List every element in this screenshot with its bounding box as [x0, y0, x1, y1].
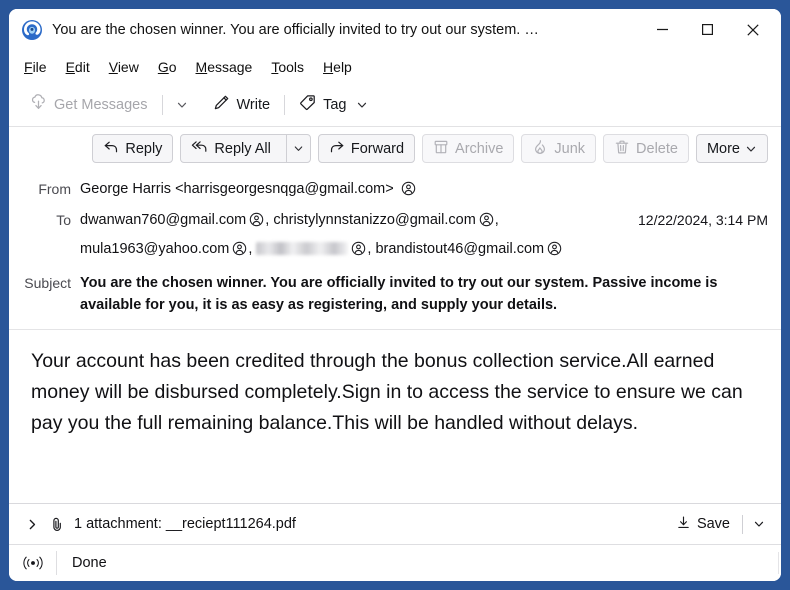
to-recipient-4-redacted[interactable]: [256, 242, 349, 255]
pencil-icon: [213, 94, 230, 115]
archive-box-icon: [433, 139, 449, 159]
contact-circle-icon[interactable]: [401, 181, 416, 203]
more-button[interactable]: More: [695, 134, 768, 163]
desktop-background: pcrisk risk.com You are the chosen winne…: [0, 0, 790, 590]
header-row-subject: Subject You are the chosen winner. You a…: [22, 266, 768, 319]
contact-circle-icon[interactable]: [351, 241, 366, 263]
download-icon: [676, 515, 691, 534]
archive-label: Archive: [455, 140, 504, 157]
forward-label: Forward: [350, 140, 405, 157]
status-text: Done: [72, 555, 107, 571]
main-toolbar: Get Messages Write Tag: [9, 83, 781, 127]
reply-button[interactable]: Reply: [92, 134, 174, 163]
reply-all-button[interactable]: Reply All: [180, 134, 311, 163]
tag-label: Tag: [323, 96, 347, 113]
toolbar-separator-1: [161, 94, 163, 115]
online-broadcast-icon[interactable]: [9, 554, 56, 572]
status-bar: Done: [9, 544, 781, 581]
minimize-icon[interactable]: [640, 9, 685, 50]
message-body-text: Your account has been credited through t…: [31, 350, 743, 434]
message-header-pane: From George Harris <harrisgeorgesnqga@gm…: [9, 170, 781, 330]
menu-bar: FFileile Edit View Go Message Tools Help: [9, 50, 781, 83]
menu-item-message[interactable]: Message: [196, 59, 253, 75]
recipient-separator: ,: [265, 212, 270, 228]
to-recipient-3[interactable]: mula1963@yahoo.com: [80, 241, 229, 257]
from-label: From: [38, 181, 71, 197]
header-row-from: From George Harris <harrisgeorgesnqga@gm…: [22, 175, 768, 206]
chevron-right-icon[interactable]: [23, 518, 41, 531]
to-recipient-1[interactable]: dwanwan760@gmail.com: [80, 212, 246, 228]
forward-arrow-icon: [329, 139, 345, 159]
contact-circle-icon[interactable]: [479, 212, 494, 234]
attachment-bar: 1 attachment: __reciept111264.pdf Save: [9, 503, 781, 544]
recipient-separator: ,: [248, 241, 253, 257]
junk-label: Junk: [554, 140, 586, 157]
contact-circle-icon[interactable]: [232, 241, 247, 263]
attachment-save-label: Save: [696, 516, 730, 532]
subject-label: Subject: [24, 275, 71, 291]
trash-icon: [614, 139, 630, 159]
attachment-save-chevron-down-icon[interactable]: [748, 511, 770, 538]
more-label: More: [706, 140, 740, 157]
reply-label: Reply: [125, 140, 163, 157]
forward-button[interactable]: Forward: [317, 134, 416, 163]
menu-item-help[interactable]: Help: [323, 59, 352, 75]
flame-icon: [532, 139, 548, 159]
reply-all-label: Reply All: [214, 140, 271, 157]
to-recipient-5[interactable]: brandistout46@gmail.com: [375, 241, 544, 257]
delete-button[interactable]: Delete: [603, 134, 689, 163]
toolbar-separator-2: [284, 94, 286, 115]
archive-button[interactable]: Archive: [422, 134, 515, 163]
status-right-divider: [778, 552, 779, 574]
window-title: You are the chosen winner. You are offic…: [52, 21, 539, 38]
close-icon[interactable]: [730, 9, 775, 50]
recipient-separator: ,: [367, 241, 372, 257]
write-button[interactable]: Write: [205, 90, 279, 120]
menu-item-view[interactable]: View: [109, 59, 139, 75]
thunderbird-message-window: pcrisk risk.com You are the chosen winne…: [9, 9, 781, 581]
message-action-bar: Reply Reply All Forward Archive Junk Del…: [9, 127, 781, 170]
reply-all-arrow-icon: [191, 139, 208, 159]
from-value: George Harris <harrisgeorgesnqga@gmail.c…: [80, 178, 768, 203]
to-label: To: [56, 212, 71, 228]
menu-item-file[interactable]: FFileile: [24, 59, 47, 75]
to-value: dwanwan760@gmail.com, christylynnstanizz…: [80, 209, 624, 263]
delete-label: Delete: [636, 140, 678, 157]
reply-all-chevron-down-icon[interactable]: [285, 135, 310, 162]
menu-item-edit[interactable]: Edit: [66, 59, 90, 75]
attachment-save-button[interactable]: Save: [669, 511, 737, 538]
attachment-save-separator: [742, 514, 743, 534]
contact-circle-icon[interactable]: [547, 241, 562, 263]
title-bar: You are the chosen winner. You are offic…: [9, 9, 781, 50]
menu-item-go[interactable]: Go: [158, 59, 177, 75]
subject-value: You are the chosen winner. You are offic…: [80, 275, 718, 313]
reply-arrow-icon: [103, 139, 119, 159]
recipient-separator: ,: [494, 212, 499, 228]
attachment-label[interactable]: 1 attachment: __reciept111264.pdf: [74, 516, 669, 532]
tag-chevron-down-icon[interactable]: [356, 99, 368, 111]
message-body-pane: Your account has been credited through t…: [9, 330, 781, 503]
get-messages-label: Get Messages: [54, 96, 148, 113]
to-recipient-2[interactable]: christylynnstanizzo@gmail.com: [273, 212, 475, 228]
thunderbird-icon: [21, 19, 43, 41]
paperclip-icon: [49, 516, 65, 532]
download-cloud-icon: [30, 94, 47, 115]
write-label: Write: [236, 96, 271, 113]
get-messages-chevron-down-icon[interactable]: [169, 90, 195, 120]
more-chevron-down-icon: [745, 143, 757, 155]
junk-button[interactable]: Junk: [521, 134, 597, 163]
maximize-icon[interactable]: [685, 9, 730, 50]
get-messages-button[interactable]: Get Messages: [22, 90, 156, 120]
from-address[interactable]: George Harris <harrisgeorgesnqga@gmail.c…: [80, 181, 394, 197]
tag-icon: [299, 94, 316, 115]
contact-circle-icon[interactable]: [249, 212, 264, 234]
message-date: 12/22/2024, 3:14 PM: [638, 212, 768, 228]
menu-item-tools[interactable]: Tools: [271, 59, 304, 75]
header-row-to: To dwanwan760@gmail.com, christylynnstan…: [22, 206, 768, 266]
tag-button[interactable]: Tag: [291, 90, 376, 120]
